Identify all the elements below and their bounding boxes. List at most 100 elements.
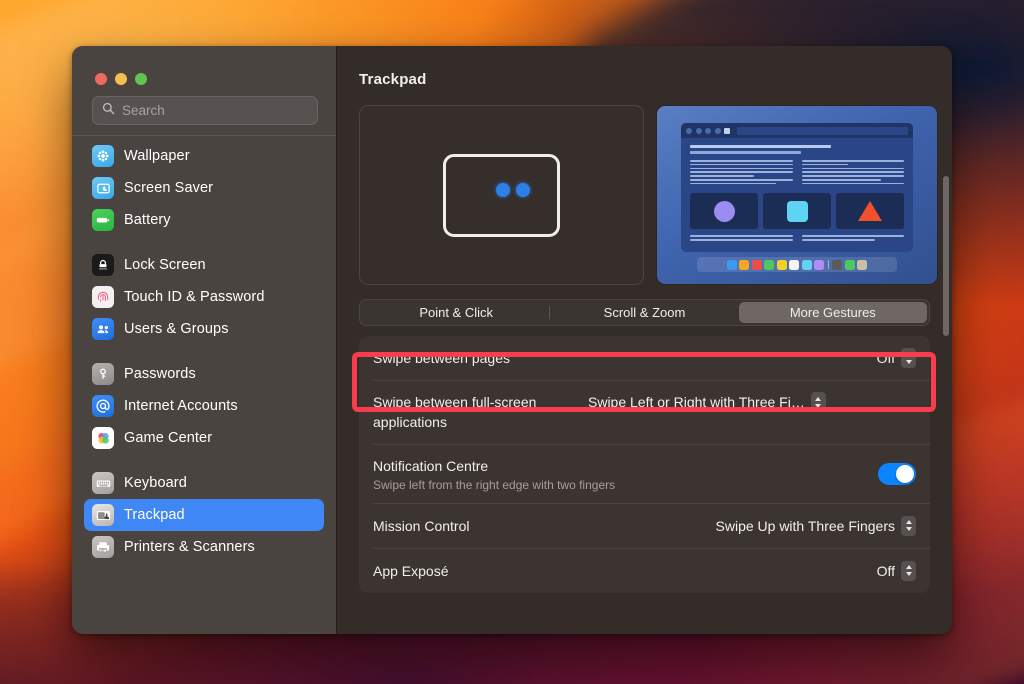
setting-label-wrap: App Exposé [373, 561, 877, 581]
setting-label: Notification Centre [373, 457, 489, 474]
sidebar-item-label: Passwords [124, 366, 196, 382]
setting-label-wrap: Swipe between pages [373, 348, 877, 368]
sidebar-item-label: Lock Screen [124, 257, 206, 273]
sidebar-group-2: Lock Screen Touch ID & Password Users & … [84, 249, 324, 345]
sidebar-item-label: Screen Saver [124, 180, 214, 196]
stepper-icon[interactable] [901, 560, 916, 581]
sidebar-item-trackpad[interactable]: Trackpad [84, 499, 324, 531]
setting-label: Swipe between pages [373, 349, 510, 366]
sidebar-item-label: Printers & Scanners [124, 539, 255, 555]
stepper-icon[interactable] [901, 515, 916, 536]
setting-label-wrap: Swipe between full-screen applications [373, 392, 588, 433]
sidebar-item-wallpaper[interactable]: Wallpaper [84, 140, 324, 172]
sidebar-item-users-groups[interactable]: Users & Groups [84, 313, 324, 345]
sidebar-item-printers-scanners[interactable]: Printers & Scanners [84, 531, 324, 563]
sidebar-item-passwords[interactable]: Passwords [84, 358, 324, 390]
sidebar-item-label: Game Center [124, 430, 213, 446]
dock-icon [776, 259, 787, 270]
preview-column [801, 160, 904, 186]
sidebar-group-1: Wallpaper Screen Saver Battery [84, 140, 324, 236]
game-center-icon [92, 427, 114, 449]
triangle-shape-icon [858, 201, 882, 222]
search-icon [102, 102, 115, 120]
system-settings-window: Wallpaper Screen Saver [72, 46, 952, 634]
notification-centre-toggle[interactable] [878, 462, 916, 485]
setting-row-notification-centre[interactable]: Notification Centre Swipe left from the … [359, 445, 930, 503]
stepper-icon[interactable] [810, 392, 826, 412]
sidebar-item-screen-saver[interactable]: Screen Saver [84, 172, 324, 204]
sidebar-group-3: Passwords Internet Accounts Game Center [84, 358, 324, 454]
tab-label: Scroll & Zoom [603, 305, 686, 320]
sidebar-item-label: Wallpaper [124, 148, 190, 164]
square-shape-icon [786, 200, 808, 222]
preview-content [681, 138, 913, 252]
sidebar-item-lock-screen[interactable]: Lock Screen [84, 249, 324, 281]
setting-label: App Exposé [373, 562, 449, 579]
main-body [337, 88, 952, 285]
tab-point-and-click[interactable]: Point & Click [362, 302, 550, 323]
battery-icon [92, 209, 114, 231]
sidebar-item-internet-accounts[interactable]: Internet Accounts [84, 390, 324, 422]
setting-value: Swipe Left or Right with Three Fi… [588, 394, 805, 410]
sidebar-item-keyboard[interactable]: Keyboard [84, 467, 324, 499]
dock-icon [814, 259, 825, 270]
setting-control[interactable]: Swipe Left or Right with Three Fi… [588, 392, 826, 412]
preview-tile-square [763, 193, 831, 230]
preview-window-mockup [681, 123, 913, 252]
preview-subheadline [690, 151, 802, 154]
dock-icon [844, 259, 855, 270]
close-button[interactable] [95, 72, 107, 85]
setting-control[interactable]: Off [876, 560, 916, 581]
setting-row-mission-control[interactable]: Mission Control Swipe Up with Three Fing… [359, 504, 930, 548]
printer-icon [92, 536, 114, 558]
setting-control[interactable]: Off [877, 348, 916, 368]
setting-label-wrap: Mission Control [373, 516, 716, 536]
search-field[interactable] [92, 96, 318, 125]
setting-value: Off [876, 562, 895, 579]
preview-toolbar-circle [686, 127, 692, 134]
vertical-scrollbar[interactable] [943, 176, 949, 336]
stepper-icon[interactable] [901, 348, 916, 368]
preview-footer-lines [690, 235, 904, 243]
tab-scroll-and-zoom[interactable]: Scroll & Zoom [550, 302, 738, 323]
sidebar-item-battery[interactable]: Battery [84, 204, 324, 236]
sidebar: Wallpaper Screen Saver [72, 46, 337, 634]
finger-dot-1 [496, 182, 510, 197]
sidebar-item-touch-id[interactable]: Touch ID & Password [84, 281, 324, 313]
sidebar-item-label: Touch ID & Password [124, 289, 265, 305]
window-controls [72, 46, 336, 92]
setting-control[interactable]: Swipe Up with Three Fingers [716, 515, 916, 536]
trackpad-illustration-panel [359, 105, 644, 285]
setting-label-wrap: Notification Centre Swipe left from the … [373, 456, 878, 492]
preview-text-columns [690, 160, 904, 186]
sidebar-list[interactable]: Wallpaper Screen Saver Battery Lock Scre… [72, 136, 336, 634]
setting-row-swipe-full-screen-apps[interactable]: Swipe between full-screen applications S… [359, 381, 930, 444]
search-container [72, 92, 336, 135]
sidebar-item-label: Keyboard [124, 475, 187, 491]
sidebar-item-game-center[interactable]: Game Center [84, 422, 324, 454]
dock-icon [739, 259, 750, 270]
minimize-button[interactable] [115, 72, 127, 85]
tab-more-gestures[interactable]: More Gestures [738, 302, 927, 323]
settings-list: Swipe between pages Off Swipe between fu… [359, 336, 930, 593]
tab-label: More Gestures [789, 305, 876, 320]
gesture-preview-panel [656, 105, 938, 285]
setting-label: Mission Control [373, 517, 470, 534]
main-content: Trackpad Point & Click Scroll & Zoom Mor… [337, 46, 952, 634]
dock-icon [801, 259, 812, 270]
preview-toolbar-circle [695, 127, 702, 134]
finger-dot-2 [516, 182, 530, 197]
preview-dock [697, 257, 897, 272]
maximize-button[interactable] [135, 72, 147, 85]
hero-row [359, 105, 938, 285]
screen-saver-icon [92, 177, 114, 199]
setting-control[interactable] [878, 462, 916, 485]
search-input[interactable] [122, 103, 308, 118]
setting-row-app-expose[interactable]: App Exposé Off [359, 549, 930, 593]
gesture-tab-bar[interactable]: Point & Click Scroll & Zoom More Gesture… [359, 299, 930, 326]
preview-toolbar-circle [714, 127, 721, 134]
setting-row-swipe-between-pages[interactable]: Swipe between pages Off [359, 336, 930, 380]
at-sign-icon [92, 395, 114, 417]
content-fade [337, 620, 952, 634]
preview-tile-triangle [836, 193, 904, 230]
